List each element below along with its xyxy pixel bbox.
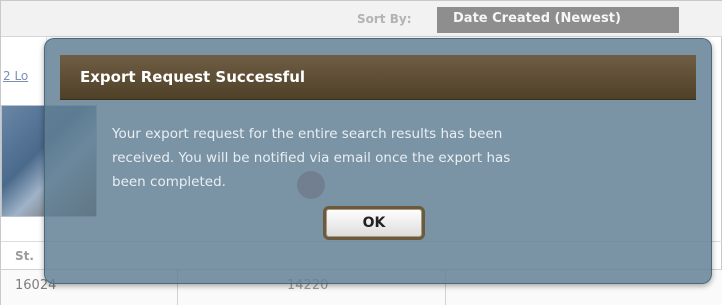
message-line: Your export request for the entire searc… <box>112 126 503 142</box>
result-link[interactable]: 2 Lo <box>3 69 28 83</box>
message-line: received. You will be notified via email… <box>112 150 511 166</box>
export-success-dialog: Export Request Successful Your export re… <box>60 55 696 269</box>
dialog-title: Export Request Successful <box>80 68 306 86</box>
dialog-message: Your export request for the entire searc… <box>112 122 672 194</box>
street-label: St. <box>15 249 34 263</box>
sort-by-label: Sort By: <box>357 12 412 26</box>
dialog-body: Your export request for the entire searc… <box>60 100 696 269</box>
message-line: been completed. <box>112 174 226 190</box>
ok-button[interactable]: OK <box>323 206 425 240</box>
sort-by-select[interactable]: Date Created (Newest) <box>437 7 679 33</box>
dialog-header: Export Request Successful <box>60 55 696 100</box>
